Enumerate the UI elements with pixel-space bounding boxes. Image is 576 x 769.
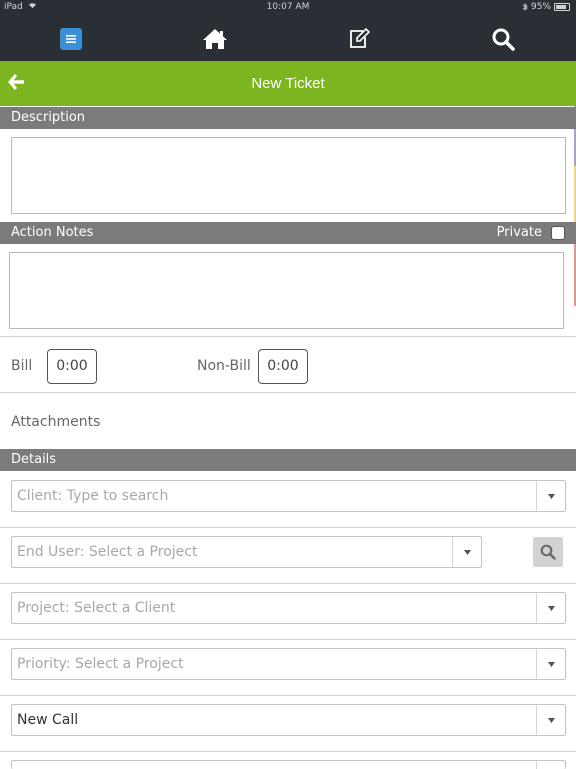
divider bbox=[0, 527, 576, 528]
private-label: Private bbox=[496, 225, 542, 240]
divider bbox=[0, 392, 576, 393]
divider bbox=[0, 639, 576, 640]
end-user-select[interactable]: End User: Select a Project bbox=[11, 536, 482, 568]
caret-down-icon bbox=[547, 661, 555, 667]
home-button[interactable] bbox=[197, 22, 233, 56]
nonbill-time-input[interactable]: 0:00 bbox=[258, 349, 308, 384]
caret-down-icon bbox=[547, 493, 555, 499]
client-select[interactable]: Client: Type to search bbox=[11, 480, 566, 512]
dropdown-arrow[interactable] bbox=[536, 649, 565, 679]
caret-down-icon bbox=[463, 549, 471, 555]
details-header: Details bbox=[0, 449, 576, 471]
new-ticket-button[interactable] bbox=[341, 22, 377, 56]
description-header: Description bbox=[0, 107, 576, 129]
dropdown-arrow[interactable] bbox=[536, 481, 565, 511]
ticket-type-value: New Call bbox=[17, 712, 79, 728]
battery-status: 95% bbox=[522, 2, 570, 12]
divider bbox=[0, 751, 576, 752]
menu-icon bbox=[60, 28, 82, 50]
project-select[interactable]: Project: Select a Client bbox=[11, 592, 566, 624]
bluetooth-icon bbox=[522, 3, 528, 11]
divider bbox=[0, 583, 576, 584]
home-icon bbox=[203, 29, 227, 49]
nonbill-label: Non-Bill bbox=[197, 358, 251, 374]
end-user-placeholder: End User: Select a Project bbox=[17, 544, 198, 560]
bill-label: Bill bbox=[11, 358, 33, 374]
dropdown-arrow[interactable] bbox=[536, 593, 565, 623]
bill-time-input[interactable]: 0:00 bbox=[47, 349, 97, 384]
search-icon bbox=[492, 28, 515, 51]
edit-icon bbox=[350, 28, 370, 48]
client-placeholder: Client: Type to search bbox=[17, 488, 169, 504]
details-label: Details bbox=[11, 452, 57, 467]
menu-button[interactable] bbox=[53, 22, 89, 56]
caret-down-icon bbox=[547, 717, 555, 723]
description-label: Description bbox=[11, 110, 86, 125]
priority-select[interactable]: Priority: Select a Project bbox=[11, 648, 566, 680]
battery-percent: 95% bbox=[530, 2, 551, 12]
divider bbox=[0, 695, 576, 696]
dropdown-arrow[interactable] bbox=[536, 705, 565, 735]
end-user-search-button[interactable] bbox=[533, 537, 563, 567]
status-bar: iPad 10:07 AM 95% bbox=[0, 0, 576, 16]
priority-placeholder: Priority: Select a Project bbox=[17, 656, 184, 672]
top-navbar bbox=[0, 16, 576, 61]
action-notes-label: Action Notes bbox=[11, 225, 94, 240]
title-bar: New Ticket bbox=[0, 61, 576, 106]
attachments-label[interactable]: Attachments bbox=[11, 414, 100, 430]
page-title: New Ticket bbox=[251, 75, 325, 92]
project-placeholder: Project: Select a Client bbox=[17, 600, 176, 616]
divider bbox=[0, 336, 576, 337]
private-checkbox[interactable] bbox=[551, 226, 565, 240]
search-button[interactable] bbox=[485, 22, 521, 56]
search-icon bbox=[540, 544, 556, 560]
caret-down-icon bbox=[547, 605, 555, 611]
dropdown-arrow[interactable] bbox=[452, 537, 481, 567]
action-notes-header: Action Notes Private bbox=[0, 222, 576, 244]
battery-icon bbox=[554, 3, 570, 11]
ticket-type-select[interactable]: New Call bbox=[11, 704, 566, 736]
description-textarea[interactable] bbox=[11, 137, 566, 214]
clock: 10:07 AM bbox=[266, 2, 310, 12]
action-notes-textarea[interactable] bbox=[9, 252, 564, 329]
